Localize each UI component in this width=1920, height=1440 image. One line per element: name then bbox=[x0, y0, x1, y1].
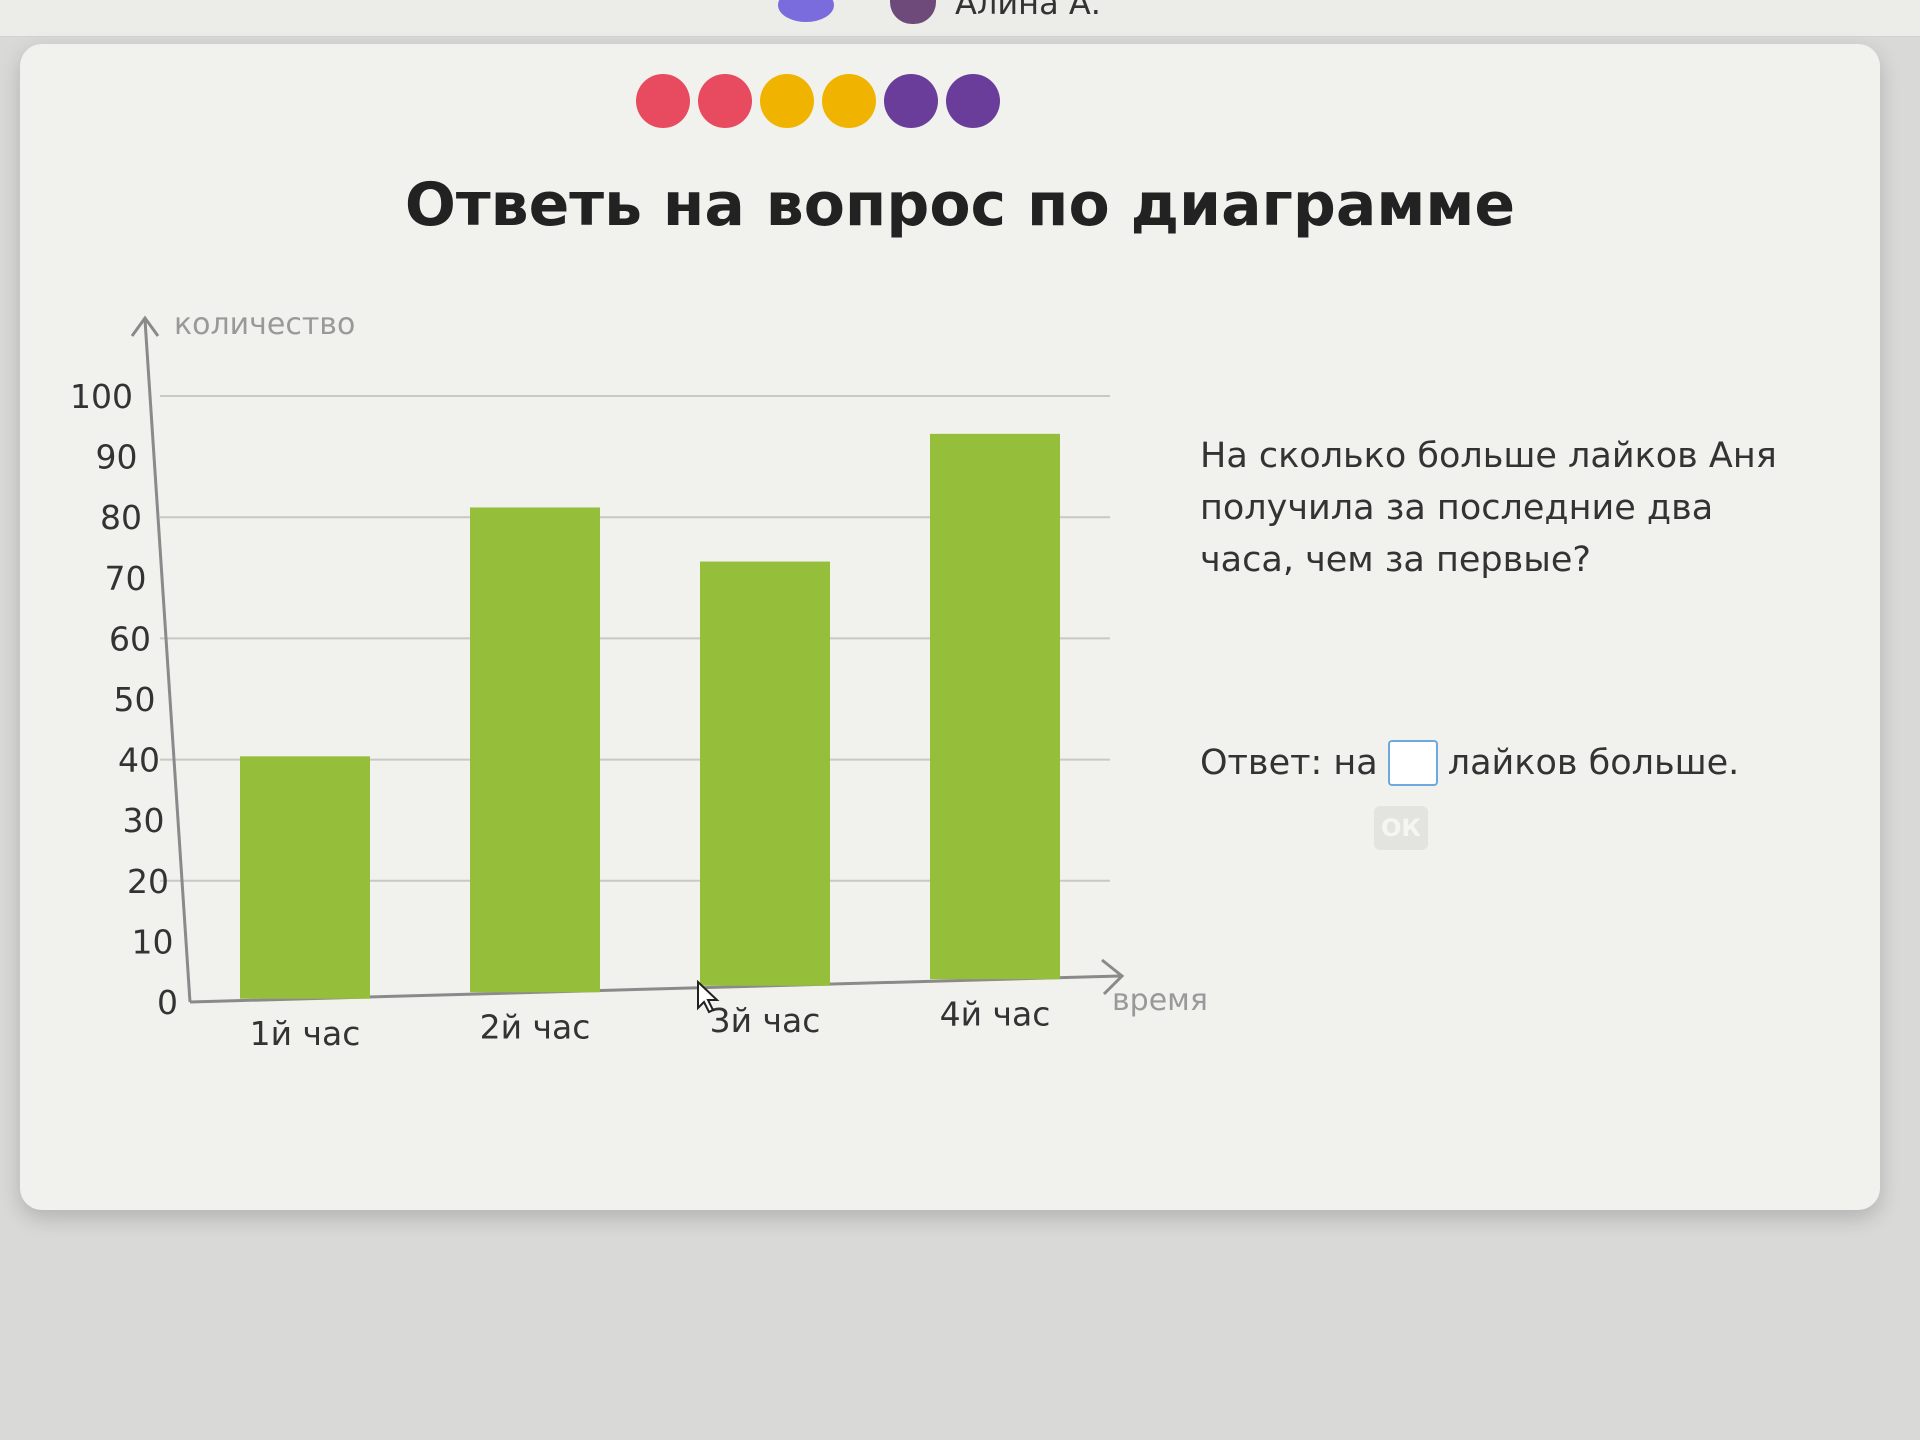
answer-row: Ответ: на лайков больше. bbox=[1200, 740, 1739, 786]
bar-1 bbox=[240, 756, 370, 999]
bar-chart: количество время 0 10 20 30 40 50 60 70 80 90 100 1… bbox=[70, 307, 1208, 1053]
y-axis-label: количество bbox=[174, 307, 355, 342]
y-tick-label: 100 bbox=[70, 377, 133, 416]
y-tick-label: 60 bbox=[109, 619, 151, 658]
x-tick-label: 2й час bbox=[480, 1007, 591, 1046]
answer-suffix: лайков больше. bbox=[1447, 743, 1740, 783]
x-tick-label: 3й час bbox=[710, 1001, 821, 1040]
y-tick-label: 0 bbox=[157, 983, 178, 1022]
answer-input[interactable] bbox=[1387, 740, 1438, 786]
y-tick-label: 20 bbox=[127, 862, 169, 901]
ok-button[interactable]: ОК bbox=[1374, 806, 1428, 850]
y-tick-label: 70 bbox=[105, 559, 147, 598]
x-tick-label: 1й час bbox=[250, 1014, 361, 1053]
x-tick-label: 4й час bbox=[940, 994, 1051, 1033]
y-tick-label: 50 bbox=[114, 680, 156, 719]
y-tick-label: 80 bbox=[100, 498, 142, 537]
y-tick-label: 90 bbox=[96, 438, 138, 477]
bar-3 bbox=[700, 561, 830, 986]
question-text: На сколько больше лайков Аня получила за… bbox=[1200, 436, 1777, 580]
y-tick-label: 30 bbox=[123, 801, 165, 840]
bar-4 bbox=[930, 433, 1060, 980]
y-tick-label: 40 bbox=[118, 741, 160, 780]
mouse-cursor-icon bbox=[697, 980, 720, 1014]
x-axis-label: время bbox=[1112, 983, 1208, 1018]
bar-2 bbox=[470, 507, 600, 993]
answer-prefix: Ответ: на bbox=[1200, 743, 1378, 783]
y-tick-label: 10 bbox=[132, 922, 174, 961]
